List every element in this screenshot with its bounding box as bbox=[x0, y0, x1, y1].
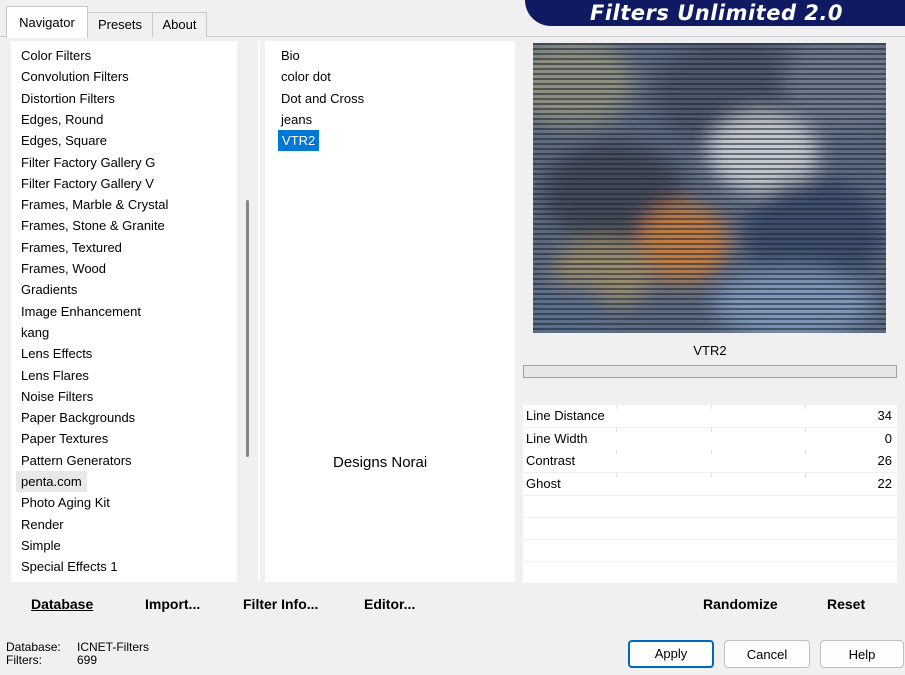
progress-bar bbox=[523, 365, 897, 378]
database-label: Database bbox=[31, 596, 94, 612]
status-filters-label: Filters: bbox=[6, 653, 42, 667]
param-row[interactable]: Line Width 0 bbox=[523, 427, 897, 450]
filter-item[interactable]: color dot bbox=[281, 66, 331, 87]
tab-presets[interactable]: Presets bbox=[86, 12, 154, 37]
reset-button[interactable]: Reset bbox=[827, 596, 865, 612]
category-item[interactable]: Filter Factory Gallery G bbox=[21, 152, 155, 173]
param-value: 26 bbox=[877, 453, 892, 468]
category-item[interactable]: Paper Backgrounds bbox=[21, 407, 135, 428]
slider-tick bbox=[805, 472, 806, 477]
param-row[interactable]: Contrast 26 bbox=[523, 450, 897, 472]
slider-tick bbox=[711, 427, 712, 432]
category-item[interactable]: Paper Textures bbox=[21, 428, 108, 449]
filter-item[interactable]: jeans bbox=[281, 109, 312, 130]
preview-image bbox=[533, 43, 886, 333]
param-label: Line Distance bbox=[526, 408, 605, 423]
param-value: 34 bbox=[877, 408, 892, 423]
category-item[interactable]: Pattern Generators bbox=[21, 450, 132, 471]
empty-param-row bbox=[523, 496, 897, 517]
cancel-button[interactable]: Cancel bbox=[724, 640, 810, 668]
empty-param-row bbox=[523, 518, 897, 539]
category-item[interactable]: Render bbox=[21, 514, 64, 535]
category-item[interactable]: Special Effects 1 bbox=[21, 556, 118, 577]
param-label: Ghost bbox=[526, 475, 561, 491]
category-item[interactable]: Photo Aging Kit bbox=[21, 492, 110, 513]
category-scroll-thumb[interactable] bbox=[246, 200, 249, 457]
category-item[interactable]: Distortion Filters bbox=[21, 88, 115, 109]
param-label: Line Width bbox=[526, 430, 588, 446]
param-label: Contrast bbox=[526, 453, 576, 468]
filter-item[interactable]: Dot and Cross bbox=[281, 88, 364, 109]
category-item[interactable]: Image Enhancement bbox=[21, 301, 141, 322]
filter-item[interactable]: Bio bbox=[281, 45, 300, 66]
filter-info-button[interactable]: Filter Info... bbox=[243, 596, 318, 612]
preview-filter-name: VTR2 bbox=[693, 343, 727, 358]
param-row[interactable]: Ghost 22 bbox=[523, 472, 897, 495]
category-item[interactable]: Noise Filters bbox=[21, 386, 93, 407]
slider-tick bbox=[711, 405, 712, 409]
param-value: 22 bbox=[877, 475, 892, 491]
category-item[interactable]: Edges, Round bbox=[21, 109, 103, 130]
empty-param-row bbox=[523, 562, 897, 583]
slider-tick bbox=[805, 405, 806, 409]
apply-button[interactable]: Apply bbox=[628, 640, 714, 668]
randomize-button[interactable]: Randomize bbox=[703, 596, 778, 612]
slider-tick bbox=[616, 450, 617, 454]
category-item[interactable]: penta.com bbox=[16, 471, 87, 492]
param-row[interactable]: Line Distance 34 bbox=[523, 405, 897, 427]
param-value: 0 bbox=[884, 430, 892, 446]
filter-item[interactable]: VTR2 bbox=[278, 130, 320, 152]
slider-tick bbox=[711, 472, 712, 477]
editor-button[interactable]: Editor... bbox=[364, 596, 415, 612]
category-item[interactable]: Lens Effects bbox=[21, 343, 92, 364]
category-item[interactable]: Color Filters bbox=[21, 45, 91, 66]
category-item[interactable]: Frames, Stone & Granite bbox=[21, 215, 165, 236]
tab-about[interactable]: About bbox=[152, 12, 207, 37]
category-item[interactable]: Gradients bbox=[21, 279, 77, 300]
watermark-text: Designs Norai bbox=[333, 454, 428, 471]
status-filters-value: 699 bbox=[77, 653, 98, 667]
category-item[interactable]: Frames, Textured bbox=[21, 237, 122, 258]
import-button[interactable]: Import... bbox=[145, 596, 200, 612]
category-item[interactable]: Simple bbox=[21, 535, 61, 556]
category-item[interactable]: Filter Factory Gallery V bbox=[21, 173, 154, 194]
tab-navigator[interactable]: Navigator bbox=[6, 6, 88, 38]
slider-tick bbox=[616, 427, 617, 432]
category-item[interactable]: Frames, Wood bbox=[21, 258, 106, 279]
help-button[interactable]: Help bbox=[820, 640, 904, 668]
app-title: Filters Unlimited 2.0 bbox=[590, 1, 843, 25]
category-item[interactable]: Frames, Marble & Crystal bbox=[21, 194, 168, 215]
slider-tick bbox=[711, 450, 712, 454]
category-item[interactable]: Convolution Filters bbox=[21, 66, 129, 87]
slider-tick bbox=[805, 450, 806, 454]
category-item[interactable]: Edges, Square bbox=[21, 130, 107, 151]
category-item[interactable]: kang bbox=[21, 322, 49, 343]
database-button[interactable]: Database bbox=[31, 596, 93, 612]
category-item[interactable]: Lens Flares bbox=[21, 365, 89, 386]
slider-tick bbox=[805, 427, 806, 432]
slider-tick bbox=[616, 405, 617, 409]
slider-tick bbox=[616, 472, 617, 477]
empty-param-row bbox=[523, 540, 897, 561]
